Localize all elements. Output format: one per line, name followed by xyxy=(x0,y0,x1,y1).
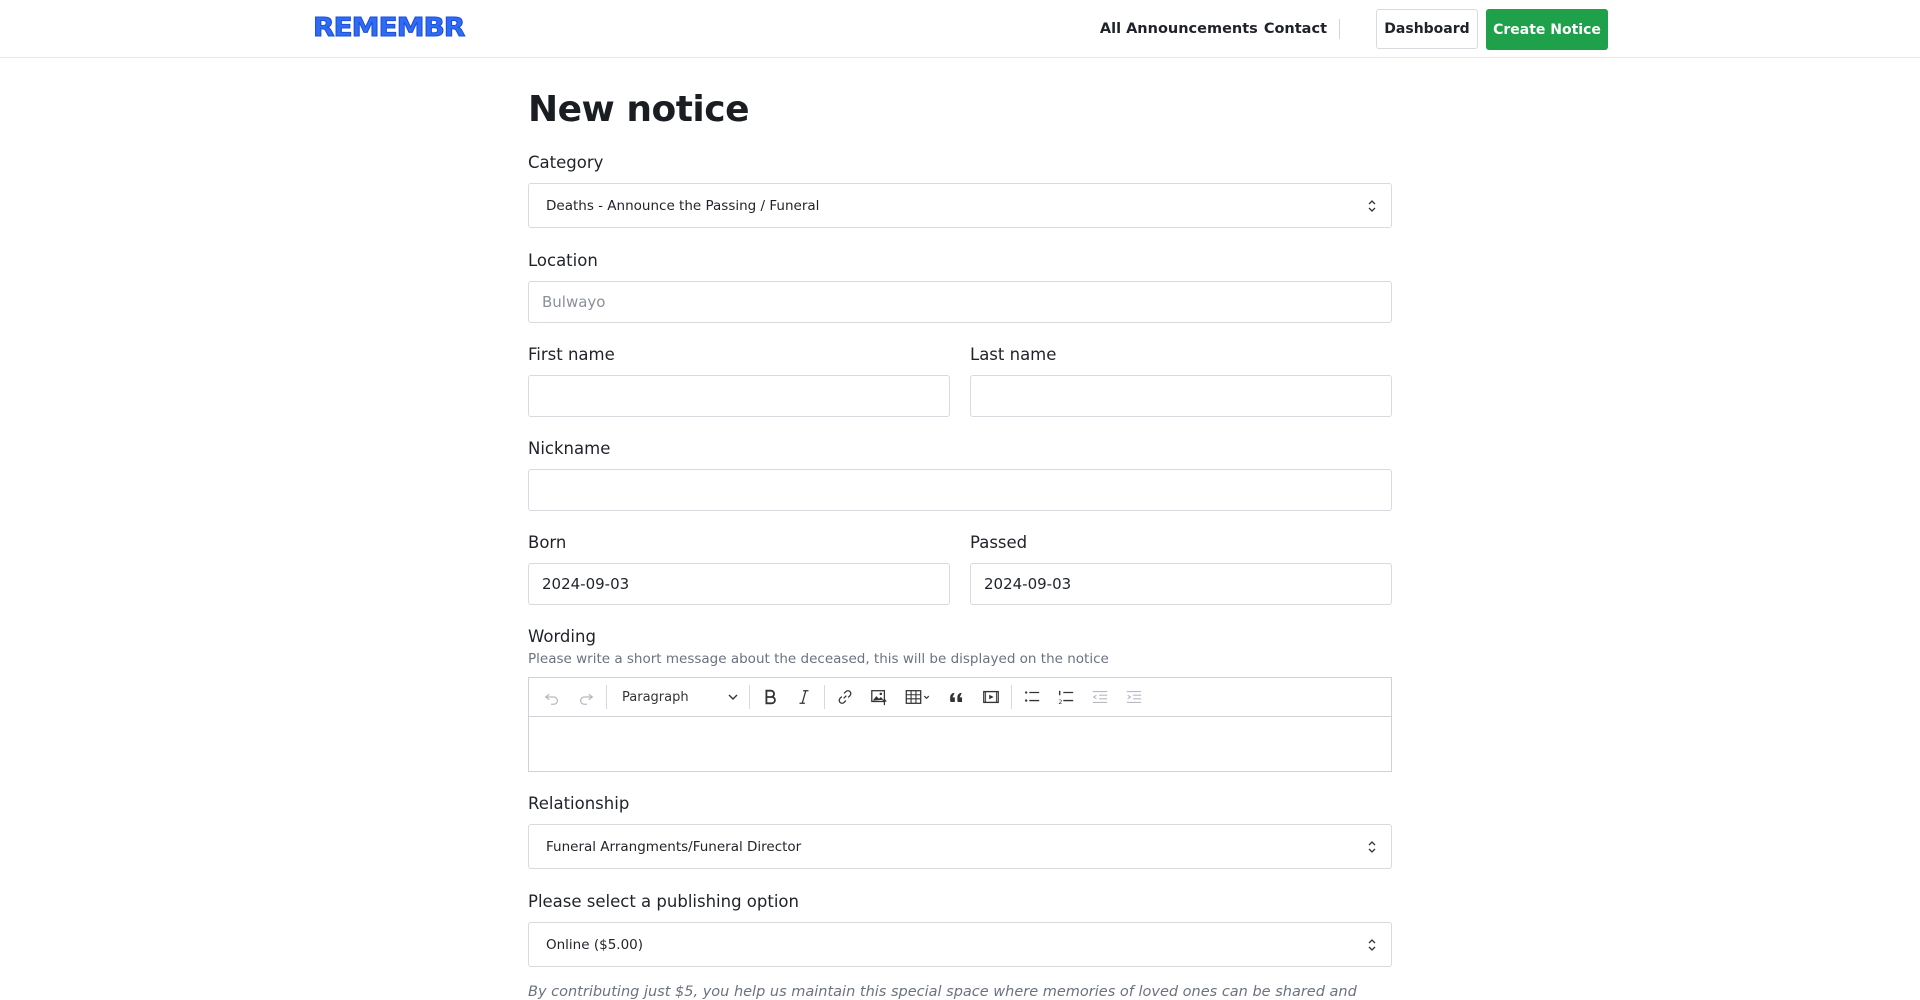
toolbar-divider xyxy=(824,685,825,709)
nickname-input[interactable] xyxy=(528,469,1392,511)
category-label: Category xyxy=(528,153,604,172)
undo-icon[interactable] xyxy=(537,682,567,712)
publishing-select[interactable]: Online ($5.00) xyxy=(528,922,1392,967)
select-arrows-icon xyxy=(1368,200,1376,212)
dashboard-button[interactable]: Dashboard xyxy=(1376,9,1478,49)
toolbar-divider xyxy=(606,685,607,709)
wording-editor: Paragraph 2 xyxy=(528,677,1392,772)
wording-hint: Please write a short message about the d… xyxy=(528,651,1109,667)
image-upload-icon[interactable] xyxy=(864,682,894,712)
passed-label: Passed xyxy=(970,533,1028,552)
blockquote-icon[interactable] xyxy=(942,682,972,712)
top-navbar: REMEMBR All Announcements Contact Dashbo… xyxy=(0,0,1920,58)
chevron-down-icon xyxy=(728,694,738,700)
relationship-value: Funeral Arrangments/Funeral Director xyxy=(546,838,802,855)
last-name-input[interactable] xyxy=(970,375,1392,417)
category-value: Deaths - Announce the Passing / Funeral xyxy=(546,197,820,214)
bold-icon[interactable] xyxy=(755,682,785,712)
relationship-label: Relationship xyxy=(528,794,630,813)
nav-links: All Announcements Contact xyxy=(1100,19,1352,39)
indent-icon[interactable] xyxy=(1119,682,1149,712)
numbered-list-icon[interactable]: 2 xyxy=(1051,682,1081,712)
paragraph-dropdown[interactable]: Paragraph xyxy=(612,682,744,712)
svg-text:2: 2 xyxy=(1058,699,1062,706)
publishing-value: Online ($5.00) xyxy=(546,936,644,953)
born-label: Born xyxy=(528,533,567,552)
page-title: New notice xyxy=(528,89,750,130)
nav-all-announcements[interactable]: All Announcements xyxy=(1100,21,1258,37)
italic-icon[interactable] xyxy=(789,682,819,712)
select-arrows-icon xyxy=(1368,841,1376,853)
media-embed-icon[interactable] xyxy=(976,682,1006,712)
nav-contact[interactable]: Contact xyxy=(1264,21,1327,37)
publishing-label: Please select a publishing option xyxy=(528,892,799,911)
redo-icon[interactable] xyxy=(571,682,601,712)
table-icon[interactable] xyxy=(898,682,938,712)
outdent-icon[interactable] xyxy=(1085,682,1115,712)
first-name-input[interactable] xyxy=(528,375,950,417)
toolbar-divider xyxy=(1011,685,1012,709)
select-arrows-icon xyxy=(1368,939,1376,951)
location-input[interactable]: Bulwayo xyxy=(528,281,1392,323)
wording-label: Wording xyxy=(528,627,596,646)
paragraph-label: Paragraph xyxy=(622,689,689,705)
brand-logo[interactable]: REMEMBR xyxy=(312,13,466,44)
contribution-note: By contributing just $5, you help us mai… xyxy=(528,984,1357,1000)
passed-date-input[interactable]: 2024-09-03 xyxy=(970,563,1392,605)
editor-toolbar: Paragraph 2 xyxy=(529,678,1391,717)
nav-divider xyxy=(1339,19,1340,39)
category-select[interactable]: Deaths - Announce the Passing / Funeral xyxy=(528,183,1392,228)
editor-content-area[interactable] xyxy=(529,717,1391,771)
bulleted-list-icon[interactable] xyxy=(1017,682,1047,712)
last-name-label: Last name xyxy=(970,345,1057,364)
toolbar-divider xyxy=(749,685,750,709)
create-notice-button[interactable]: Create Notice xyxy=(1486,9,1608,50)
first-name-label: First name xyxy=(528,345,615,364)
nickname-label: Nickname xyxy=(528,439,611,458)
location-label: Location xyxy=(528,251,598,270)
born-date-input[interactable]: 2024-09-03 xyxy=(528,563,950,605)
relationship-select[interactable]: Funeral Arrangments/Funeral Director xyxy=(528,824,1392,869)
link-icon[interactable] xyxy=(830,682,860,712)
